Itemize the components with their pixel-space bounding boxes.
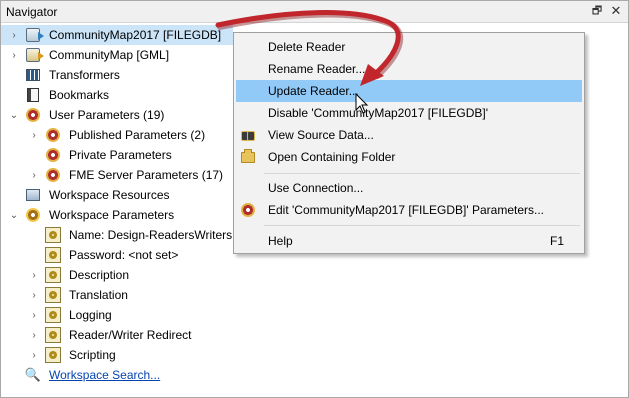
parameters-gear-icon: [45, 167, 61, 183]
workspace-search-link[interactable]: Workspace Search...: [49, 365, 160, 385]
chevron-right-icon[interactable]: ›: [29, 290, 39, 301]
tree-item-label: CommunityMap2017 [FILEGDB]: [49, 28, 222, 42]
menu-item-use-connection[interactable]: Use Connection...: [236, 177, 582, 199]
tree-item-user-parameters[interactable]: ⌄ User Parameters (19): [1, 105, 233, 125]
tree-item-password[interactable]: Password: <not set>: [1, 245, 233, 265]
chevron-right-icon[interactable]: ›: [29, 350, 39, 361]
search-icon: 🔍: [24, 367, 42, 382]
menu-item-label: Rename Reader...: [268, 62, 366, 76]
reader-icon: [25, 27, 44, 43]
float-window-icon[interactable]: 🗗: [590, 4, 604, 18]
context-menu: Delete Reader Rename Reader... Update Re…: [233, 32, 585, 254]
menu-separator: [264, 173, 580, 174]
menu-item-shortcut: F1: [549, 234, 564, 248]
tree-item-name[interactable]: Name: Design-ReadersWriters: [1, 225, 233, 245]
tree-item-description[interactable]: › Description: [1, 265, 233, 285]
tree-item-reader-filegdb[interactable]: › CommunityMap2017 [FILEGDB]: [1, 25, 233, 45]
menu-item-label: Help: [268, 234, 293, 248]
tree-item-logging[interactable]: › Logging: [1, 305, 233, 325]
transformers-icon: [25, 67, 41, 83]
tree-item-label: Logging: [69, 308, 112, 322]
tree-item-label: Password: <not set>: [69, 248, 179, 262]
tree-item-private-parameters[interactable]: Private Parameters: [1, 145, 233, 165]
chevron-right-icon[interactable]: ›: [9, 50, 19, 61]
menu-item-update-reader[interactable]: Update Reader...: [236, 80, 582, 102]
parameter-icon: [45, 227, 61, 243]
tree-item-label: Bookmarks: [49, 88, 110, 102]
menu-item-label: Edit 'CommunityMap2017 [FILEGDB]' Parame…: [268, 203, 545, 217]
parameter-icon: [45, 247, 61, 263]
parameters-gear-icon: [240, 202, 256, 218]
tree-item-transformers[interactable]: Transformers: [1, 65, 233, 85]
chevron-right-icon[interactable]: ›: [29, 270, 39, 281]
menu-item-label: Use Connection...: [268, 181, 364, 195]
bookmarks-icon: [25, 87, 41, 103]
menu-item-rename-reader[interactable]: Rename Reader...: [236, 58, 582, 80]
tree-item-label: Transformers: [49, 68, 120, 82]
menu-item-label: View Source Data...: [268, 128, 374, 142]
chevron-down-icon[interactable]: ⌄: [9, 110, 19, 121]
workspace-gear-icon: [25, 207, 41, 223]
tree-item-label: Scripting: [69, 348, 116, 362]
chevron-right-icon[interactable]: ›: [9, 30, 19, 41]
reader-icon: [25, 47, 44, 63]
chevron-down-icon[interactable]: ⌄: [9, 210, 19, 221]
menu-item-disable-reader[interactable]: Disable 'CommunityMap2017 [FILEGDB]': [236, 102, 582, 124]
tree-item-published-parameters[interactable]: › Published Parameters (2): [1, 125, 233, 145]
tree-item-label: FME Server Parameters (17): [69, 168, 224, 182]
parameter-icon: [45, 327, 61, 343]
chevron-right-icon[interactable]: ›: [29, 170, 39, 181]
tree-item-workspace-search[interactable]: 🔍 Workspace Search...: [1, 365, 233, 385]
parameter-icon: [45, 347, 61, 363]
menu-item-delete-reader[interactable]: Delete Reader: [236, 36, 582, 58]
panel-titlebar: Navigator 🗗 ✕: [1, 1, 628, 23]
parameters-gear-icon: [45, 127, 61, 143]
panel-title: Navigator: [6, 5, 58, 19]
parameter-icon: [45, 287, 61, 303]
parameter-icon: [45, 307, 61, 323]
menu-item-label: Disable 'CommunityMap2017 [FILEGDB]': [268, 106, 489, 120]
tree-item-label: Translation: [69, 288, 128, 302]
binoculars-icon: [240, 127, 256, 143]
tree-item-label: Description: [69, 268, 130, 282]
tree-item-label: Private Parameters: [69, 148, 172, 162]
tree-item-label: Reader/Writer Redirect: [69, 328, 192, 342]
tree-item-label: Published Parameters (2): [69, 128, 206, 142]
menu-item-label: Update Reader...: [268, 84, 359, 98]
menu-item-label: Delete Reader: [268, 40, 346, 54]
tree-item-translation[interactable]: › Translation: [1, 285, 233, 305]
tree-item-label: Workspace Resources: [49, 188, 170, 202]
tree-item-reader-gml[interactable]: › CommunityMap [GML]: [1, 45, 233, 65]
tree-item-bookmarks[interactable]: Bookmarks: [1, 85, 233, 105]
menu-item-open-containing-folder[interactable]: Open Containing Folder: [236, 146, 582, 168]
tree-item-scripting[interactable]: › Scripting: [1, 345, 233, 365]
parameters-gear-icon: [45, 147, 61, 163]
chevron-right-icon[interactable]: ›: [29, 330, 39, 341]
tree-item-label: Name: Design-ReadersWriters: [69, 228, 233, 242]
tree-item-label: Workspace Parameters: [49, 208, 175, 222]
menu-item-view-source-data[interactable]: View Source Data...: [236, 124, 582, 146]
menu-separator: [264, 225, 580, 226]
tree-item-label: CommunityMap [GML]: [49, 48, 170, 62]
chevron-right-icon[interactable]: ›: [29, 310, 39, 321]
tree-item-fme-server-parameters[interactable]: › FME Server Parameters (17): [1, 165, 233, 185]
tree-item-reader-writer-redirect[interactable]: › Reader/Writer Redirect: [1, 325, 233, 345]
tree-item-label: User Parameters (19): [49, 108, 165, 122]
resources-icon: [25, 187, 41, 203]
parameters-gear-icon: [25, 107, 41, 123]
close-icon[interactable]: ✕: [609, 3, 623, 18]
folder-icon: [240, 148, 256, 165]
parameter-icon: [45, 267, 61, 283]
menu-item-label: Open Containing Folder: [268, 150, 396, 164]
tree-item-workspace-parameters[interactable]: ⌄ Workspace Parameters: [1, 205, 233, 225]
chevron-right-icon[interactable]: ›: [29, 130, 39, 141]
mouse-pointer-icon: [355, 93, 369, 114]
tree-item-workspace-resources[interactable]: Workspace Resources: [1, 185, 233, 205]
menu-item-edit-parameters[interactable]: Edit 'CommunityMap2017 [FILEGDB]' Parame…: [236, 199, 582, 221]
menu-item-help[interactable]: Help F1: [236, 230, 582, 252]
